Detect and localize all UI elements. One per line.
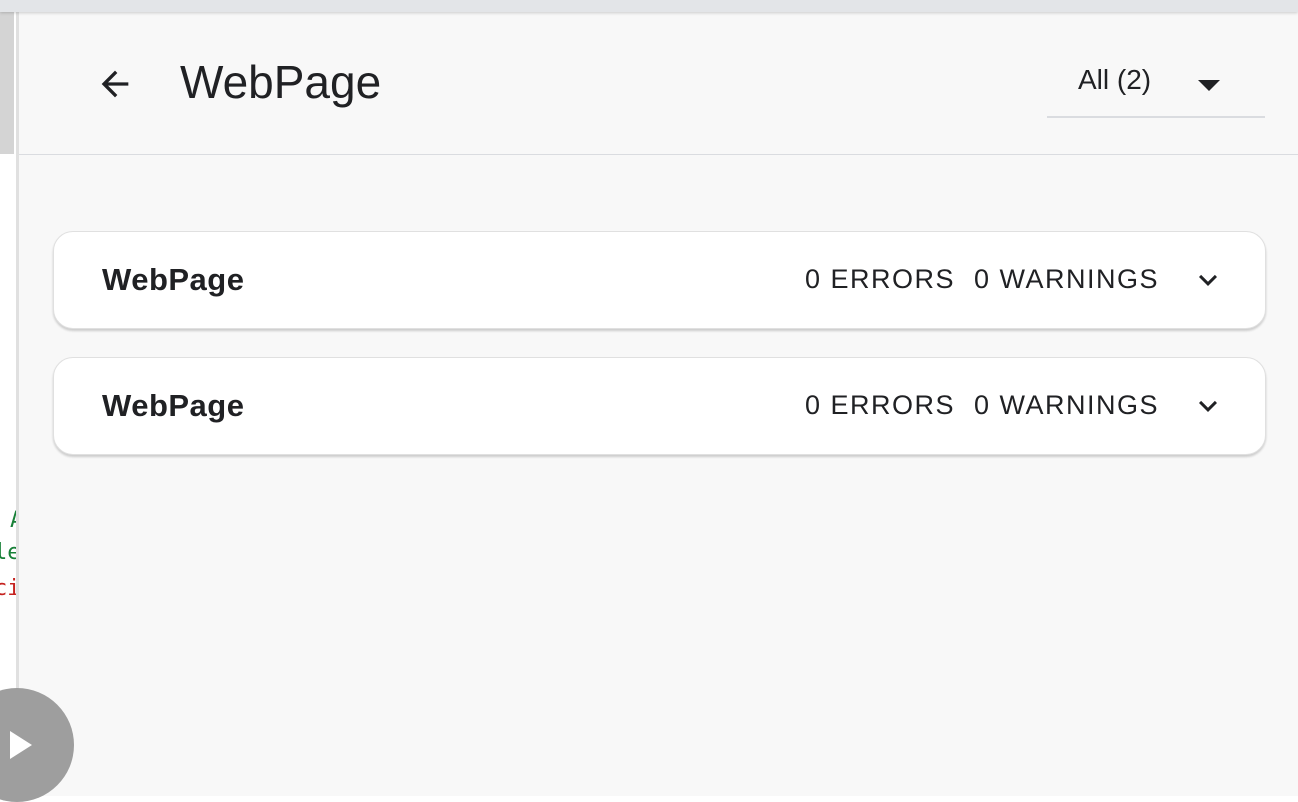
- errors-count: 0 ERRORS: [805, 264, 956, 294]
- results-panel: WebPage All (2) WebPage 0 ERRORS 0 WARNI…: [19, 0, 1298, 796]
- chevron-down-icon[interactable]: [1190, 388, 1226, 424]
- warnings-count: 0 WARNINGS: [974, 264, 1160, 294]
- result-card[interactable]: WebPage 0 ERRORS 0 WARNINGS: [53, 231, 1266, 329]
- result-card[interactable]: WebPage 0 ERRORS 0 WARNINGS: [53, 357, 1266, 455]
- arrow-left-icon: [101, 70, 129, 98]
- warnings-count: 0 WARNINGS: [974, 390, 1160, 420]
- result-card-title: WebPage: [102, 262, 245, 297]
- filter-select[interactable]: All (2): [1047, 54, 1265, 118]
- chevron-down-icon[interactable]: [1190, 262, 1226, 298]
- results-header: WebPage All (2): [19, 12, 1298, 155]
- play-icon: [10, 731, 32, 759]
- page-title: WebPage: [180, 56, 382, 108]
- top-toolbar-edge: [0, 0, 1298, 12]
- errors-count: 0 ERRORS: [805, 390, 956, 420]
- filter-selected-value: All (2): [1078, 64, 1152, 95]
- back-button[interactable]: [91, 60, 139, 108]
- editor-scrollbar[interactable]: [0, 12, 14, 154]
- result-card-title: WebPage: [102, 388, 245, 423]
- caret-down-icon: [1198, 80, 1220, 91]
